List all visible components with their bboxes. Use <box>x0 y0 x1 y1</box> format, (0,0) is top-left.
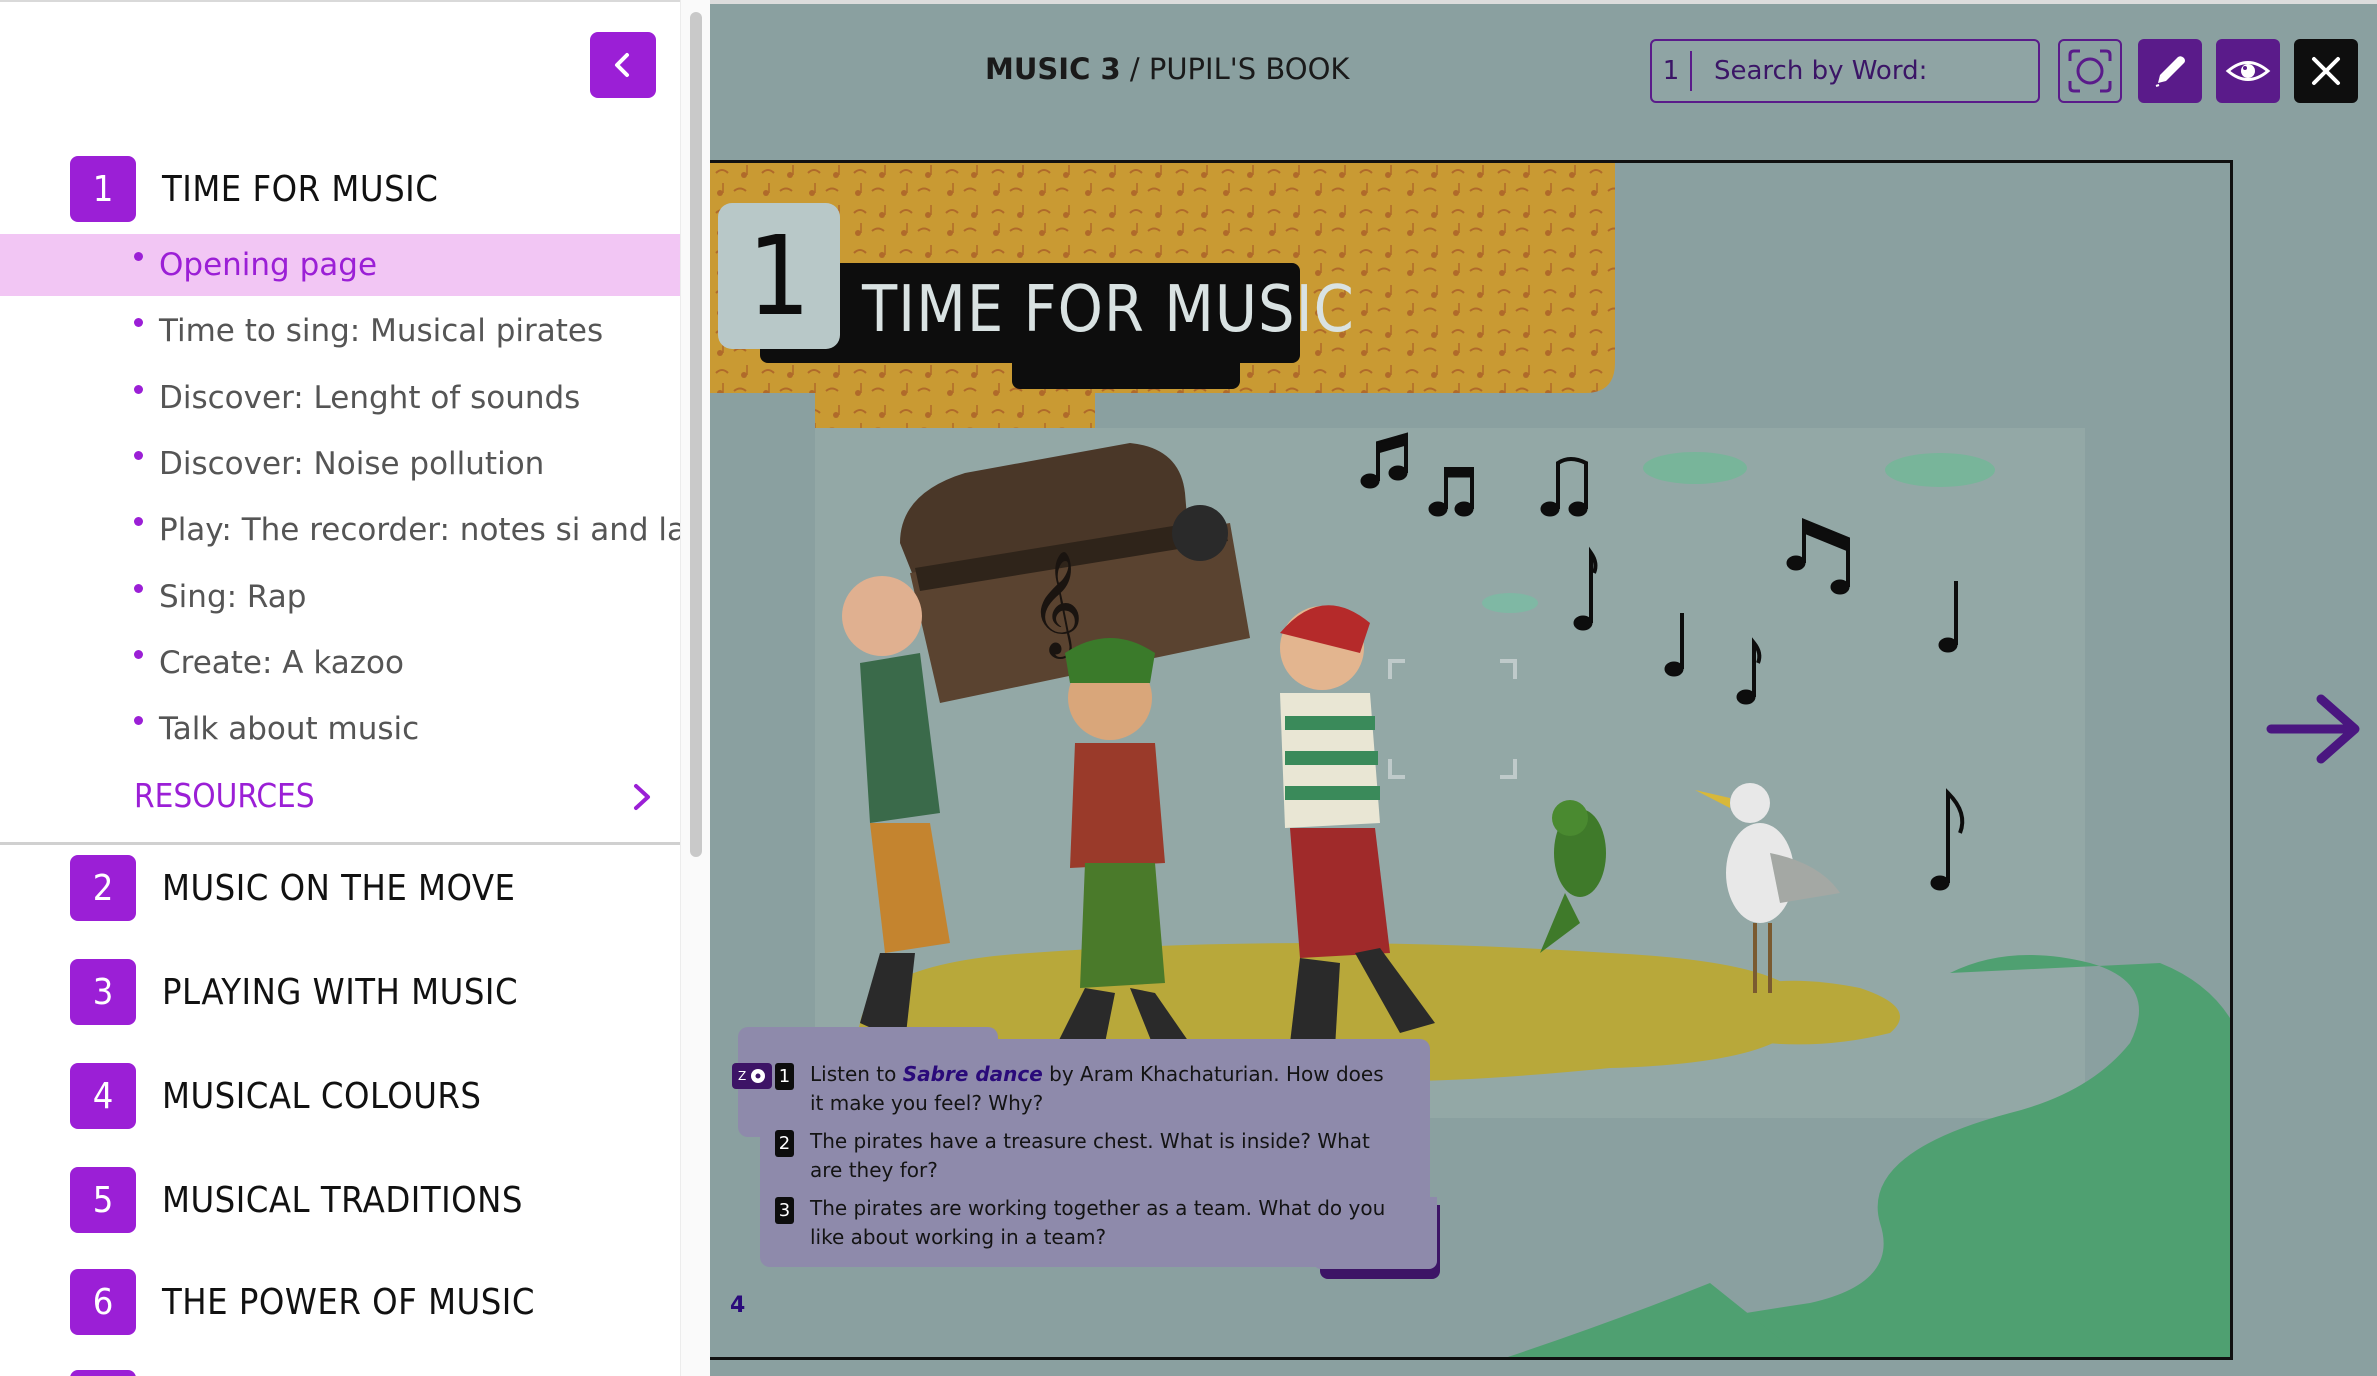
search-box: 1 <box>1650 39 2040 103</box>
unit-number-badge: 2 <box>70 855 136 921</box>
bullet <box>134 716 143 725</box>
unit-6-item[interactable]: 6 THE POWER OF MUSIC <box>0 1267 680 1337</box>
page-unit-number: 1 <box>718 203 840 349</box>
bullet <box>134 385 143 394</box>
lesson-item-noise-pollution[interactable]: Discover: Noise pollution <box>0 433 680 495</box>
annotate-pen-button[interactable] <box>2138 39 2202 103</box>
lesson-label: Play: The recorder: notes si and la <box>159 512 680 548</box>
lesson-label: Sing: Rap <box>159 579 307 615</box>
unit-5-item[interactable]: 5 MUSICAL TRADITIONS <box>0 1165 680 1235</box>
screenshot-button[interactable] <box>2058 39 2122 103</box>
unit-4-item[interactable]: 4 MUSICAL COLOURS <box>0 1061 680 1131</box>
unit-2-item[interactable]: 2 MUSIC ON THE MOVE <box>0 853 680 923</box>
unit-number-badge: 5 <box>70 1167 136 1233</box>
arrow-right-icon <box>2266 694 2360 764</box>
lesson-item-kazoo[interactable]: Create: A kazoo <box>0 632 680 694</box>
book-title: MUSIC 3 / PUPIL'S BOOK <box>985 52 1349 86</box>
unit-7-item-partial[interactable] <box>0 1368 680 1376</box>
audio-play-button[interactable]: Z <box>732 1063 772 1089</box>
question-number: 3 <box>775 1197 794 1224</box>
book-page: 𝄞 1 TIME FOR MUSIC Z 1 Listen to Sabre d… <box>710 160 2233 1360</box>
lesson-label: Time to sing: Musical pirates <box>159 313 604 349</box>
svg-text:𝄞: 𝄞 <box>1030 550 1083 659</box>
section-divider <box>0 842 680 845</box>
lesson-item-opening-page[interactable]: Opening page <box>0 234 680 296</box>
bullet <box>134 318 143 327</box>
scrollbar-thumb[interactable] <box>690 12 702 857</box>
question-number: 2 <box>775 1130 794 1157</box>
lesson-item-lenght-of-sounds[interactable]: Discover: Lenght of sounds <box>0 367 680 429</box>
close-viewer-button[interactable] <box>2294 39 2358 103</box>
lesson-label: Talk about music <box>159 711 420 747</box>
unit-3-item[interactable]: 3 PLAYING WITH MUSIC <box>0 957 680 1027</box>
unit-number-badge: 4 <box>70 1063 136 1129</box>
unit-number-badge: 3 <box>70 959 136 1025</box>
book-title-rest: / PUPIL'S BOOK <box>1120 52 1350 86</box>
question-number: 1 <box>775 1063 794 1090</box>
book-title-bold: MUSIC 3 <box>985 52 1121 86</box>
chevron-right-icon <box>634 784 650 810</box>
audio-disc-icon <box>751 1069 766 1083</box>
lesson-item-time-to-sing[interactable]: Time to sing: Musical pirates <box>0 300 680 362</box>
search-input[interactable] <box>1714 56 2038 86</box>
book-viewer: MUSIC 3 / PUPIL'S BOOK 1 Search by Word:… <box>710 0 2377 1376</box>
resources-label: RESOURCES <box>134 776 315 815</box>
unit-title: MUSIC ON THE MOVE <box>162 867 516 909</box>
lesson-label: Discover: Lenght of sounds <box>159 380 581 416</box>
lesson-label: Discover: Noise pollution <box>159 446 545 482</box>
bullet <box>134 517 143 526</box>
unit-title: MUSICAL COLOURS <box>162 1075 482 1117</box>
unit-number-badge: 1 <box>70 156 136 222</box>
unit-1-item[interactable]: 1 TIME FOR MUSIC <box>0 154 680 224</box>
page-number-field[interactable]: 1 <box>1652 51 1692 91</box>
collapse-sidebar-button[interactable] <box>590 32 656 98</box>
question-text: Listen to Sabre dance by Aram Khachaturi… <box>810 1060 1400 1118</box>
lesson-item-talk-about-music[interactable]: Talk about music <box>0 698 680 760</box>
unit-title: THE POWER OF MUSIC <box>162 1281 535 1323</box>
lesson-item-recorder[interactable]: Play: The recorder: notes si and la <box>0 499 680 561</box>
pencil-icon <box>2155 56 2185 87</box>
banner-tab <box>1012 343 1240 389</box>
page-number: 4 <box>730 1293 746 1318</box>
bullet <box>134 252 143 261</box>
page-unit-title: TIME FOR MUSIC <box>862 273 1355 347</box>
question-text: The pirates are working together as a te… <box>810 1196 1386 1249</box>
lesson-item-rap[interactable]: Sing: Rap <box>0 566 680 628</box>
lesson-label: Create: A kazoo <box>159 645 404 681</box>
song-title: Sabre dance <box>902 1062 1043 1086</box>
unit-title: PLAYING WITH MUSIC <box>162 971 519 1013</box>
lesson-label: Opening page <box>159 247 378 283</box>
unit-title: TIME FOR MUSIC <box>162 168 439 210</box>
eye-icon <box>2225 61 2271 81</box>
chevron-left-icon <box>615 53 629 77</box>
unit-title: MUSICAL TRADITIONS <box>162 1179 523 1221</box>
unit-number-badge <box>70 1370 136 1376</box>
close-icon <box>2312 57 2340 85</box>
app-root: 1 TIME FOR MUSIC Opening page Time to si… <box>0 0 2377 1376</box>
unit-number-badge: 6 <box>70 1269 136 1335</box>
sidebar-scrollbar[interactable] <box>680 0 710 1376</box>
bullet <box>134 650 143 659</box>
resources-link[interactable]: RESOURCES <box>134 768 654 828</box>
audio-chip-label: Z <box>737 1069 747 1083</box>
bullet <box>134 584 143 593</box>
next-page-button[interactable] <box>2265 689 2365 773</box>
table-of-contents-sidebar: 1 TIME FOR MUSIC Opening page Time to si… <box>0 0 680 1376</box>
question-text: The pirates have a treasure chest. What … <box>810 1129 1370 1182</box>
visibility-toggle-button[interactable] <box>2216 39 2280 103</box>
screenshot-icon <box>2068 49 2112 93</box>
question-text-before: Listen to <box>810 1062 903 1086</box>
bullet <box>134 451 143 460</box>
